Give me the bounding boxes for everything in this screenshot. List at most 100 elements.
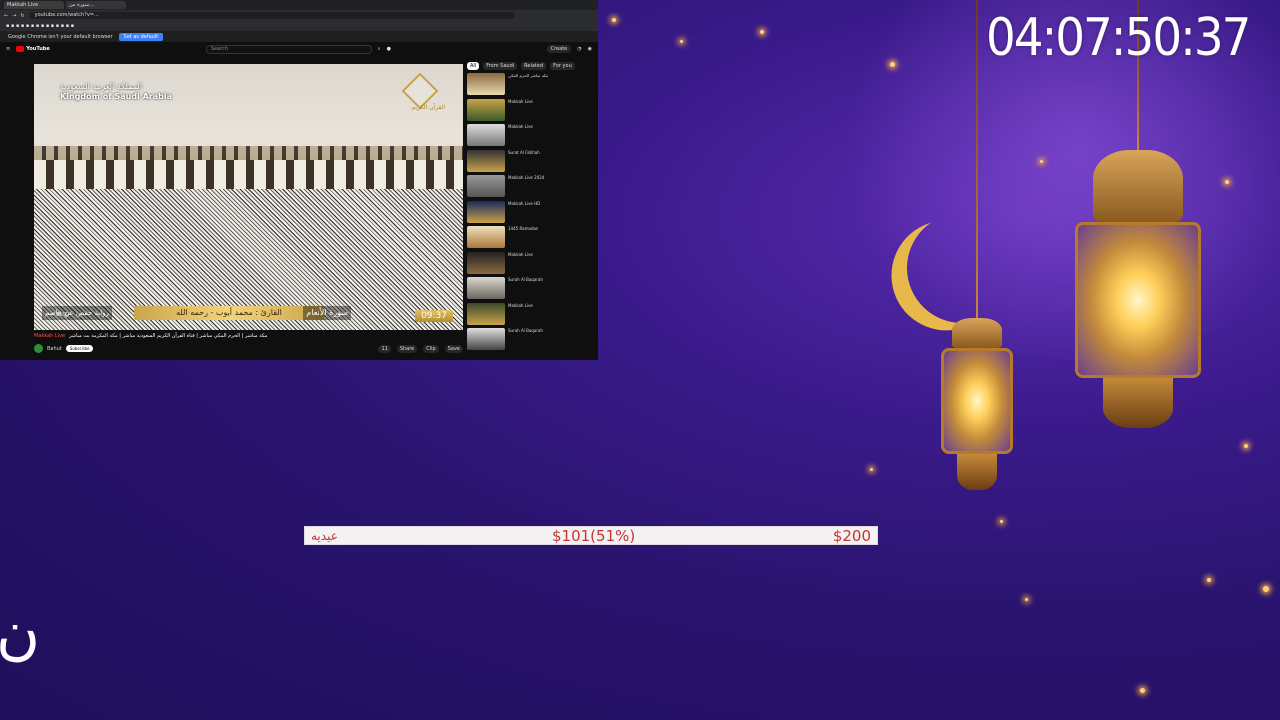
list-item[interactable]: Makkah Live <box>467 302 593 327</box>
recommendations-panel: All From Saudi Related For you مكة مباشر… <box>467 62 593 360</box>
goal-current: $101(51%) <box>552 526 636 545</box>
sparkle <box>1244 444 1248 448</box>
video-clock: 09:37 <box>415 310 453 322</box>
list-item-title: Makkah Live <box>508 302 533 308</box>
list-item-title: Surah Al Baqarah <box>508 277 543 282</box>
list-item[interactable]: Makkah Live 2024 <box>467 175 593 199</box>
list-item[interactable]: مكة مباشر الحرم المكي <box>467 73 593 97</box>
save-button[interactable]: Save <box>444 344 463 353</box>
create-button[interactable]: Create <box>546 45 572 53</box>
list-item[interactable]: 1445 Ramadan <box>467 226 593 250</box>
thumbnail <box>467 200 505 223</box>
video-arches <box>34 160 463 190</box>
sparkle <box>1140 688 1145 693</box>
list-item-title: Makkah Live 2024 <box>508 175 545 180</box>
thumbnail <box>467 226 505 248</box>
bookmarks-bar: ▪ ▪ ▪ ▪ ▪ ▪ ▪ ▪ ▪ ▪ ▪ ▪ ▪ ▪ <box>0 21 598 31</box>
riwaya-label: رواية حفص عن عاصم <box>42 306 112 320</box>
youtube-play-icon <box>16 46 25 52</box>
sparkle <box>1263 586 1269 592</box>
youtube-logo-text: YouTube <box>26 46 50 52</box>
mic-icon[interactable]: ● <box>387 46 391 52</box>
channel-name[interactable]: Bahut <box>47 346 62 352</box>
youtube-logo[interactable]: YouTube <box>16 46 50 52</box>
sparkle <box>870 468 873 471</box>
set-default-button[interactable]: Set as default <box>118 32 164 41</box>
search-input[interactable]: Search <box>205 44 372 54</box>
chip-from-saudi[interactable]: From Saudi <box>483 62 518 70</box>
clip-button[interactable]: Clip <box>423 344 439 353</box>
list-item-title: Surah Al Baqarah <box>508 328 543 333</box>
filter-chips: All From Saudi Related For you <box>467 62 593 70</box>
list-item-title: Makkah Live HD <box>508 200 541 206</box>
reciter-lower-third: القارئ : محمد أيوب - رحمه الله <box>134 306 324 320</box>
youtube-header: ≡ YouTube Search ⌕ ● Create ◔ ◉ <box>0 42 598 56</box>
channel-logo-text: القرآن الكريم <box>411 104 445 111</box>
list-item[interactable]: Surah Al Baqarah <box>467 277 593 301</box>
thumbnail <box>467 302 505 325</box>
thumbnail <box>467 98 505 121</box>
sparkle <box>1225 180 1229 184</box>
thumbnail <box>467 277 505 299</box>
lantern-small <box>936 318 1018 490</box>
thumbnail <box>467 149 505 172</box>
back-icon[interactable]: ← <box>4 13 8 19</box>
video-title-row: Makkah Live مكة مباشر | الحرم المكي مباش… <box>34 333 463 339</box>
menu-icon[interactable]: ≡ <box>6 46 10 52</box>
sparkle <box>1207 578 1211 582</box>
reload-icon[interactable]: ↻ <box>20 13 24 19</box>
video-player[interactable]: المملكة العربية السعودية Kingdom of Saud… <box>34 64 463 330</box>
sparkle <box>612 18 616 22</box>
video-actions: 11 Share Clip Save <box>378 344 463 353</box>
list-item[interactable]: Makkah Live HD <box>467 200 593 225</box>
tab-strip: Makkah Live سورة من... <box>0 0 598 10</box>
sparkle <box>680 40 683 43</box>
browser-window: Makkah Live سورة من... ← → ↻ youtube.com… <box>0 0 598 360</box>
video-title-arabic: المملكة العربية السعودية <box>60 82 143 91</box>
list-item[interactable]: Makkah Live <box>467 124 593 148</box>
list-item-title: Makkah Live <box>508 124 533 129</box>
goal-target: $200 <box>832 526 871 545</box>
tab-second[interactable]: سورة من... <box>66 1 126 9</box>
temperature-label: 31°C <box>56 312 69 318</box>
video-meta: Makkah Live مكة مباشر | الحرم المكي مباش… <box>34 333 463 353</box>
list-item[interactable]: Surah Al Baqarah <box>467 328 593 352</box>
video-title-english: Kingdom of Saudi Arabia <box>60 92 172 101</box>
default-browser-notice: Google Chrome isn't your default browser… <box>0 31 598 42</box>
search-icon[interactable]: ⌕ <box>378 46 381 52</box>
channel-row: Bahut Subscribe 11 Share Clip Save <box>34 344 463 353</box>
sparkle <box>760 30 764 34</box>
list-item-title: Surat Al Fatihah <box>508 149 540 155</box>
channel-avatar[interactable] <box>34 344 43 353</box>
forward-icon[interactable]: → <box>12 13 16 19</box>
goal-label: عيديه <box>311 528 338 543</box>
chip-all[interactable]: All <box>467 62 480 70</box>
lantern-large <box>1070 150 1206 428</box>
list-item[interactable]: Surat Al Fatihah <box>467 149 593 174</box>
subscribe-button[interactable]: Subscribe <box>65 345 94 352</box>
sparkle <box>1040 160 1043 163</box>
chip-for-you[interactable]: For you <box>550 62 575 70</box>
address-bar[interactable]: youtube.com/watch?v=... <box>28 12 515 19</box>
notice-text: Google Chrome isn't your default browser <box>8 33 113 40</box>
share-button[interactable]: Share <box>396 344 418 353</box>
thumbnail <box>467 73 505 95</box>
list-item-title: Makkah Live <box>508 251 533 257</box>
live-tag: Makkah Live <box>34 333 66 339</box>
address-bar-row: ← → ↻ youtube.com/watch?v=... <box>0 10 598 21</box>
surah-label: سورة الأنعام <box>303 306 351 320</box>
account-avatar[interactable]: ◉ <box>588 46 592 52</box>
thumbnail <box>467 175 505 197</box>
corner-arabic-letter: ن <box>0 598 41 668</box>
bookmark-item[interactable]: ▪ ▪ ▪ ▪ ▪ ▪ ▪ ▪ ▪ ▪ ▪ ▪ ▪ ▪ <box>6 23 74 29</box>
list-item[interactable]: Makkah Live <box>467 98 593 123</box>
notifications-icon[interactable]: ◔ <box>577 46 581 52</box>
thumbnail <box>467 251 505 274</box>
thumbnail <box>467 328 505 350</box>
sparkle <box>1025 598 1028 601</box>
thumbnail <box>467 124 505 146</box>
like-button[interactable]: 11 <box>378 344 391 353</box>
tab-youtube[interactable]: Makkah Live <box>4 1 64 9</box>
list-item[interactable]: Makkah Live <box>467 251 593 276</box>
chip-related[interactable]: Related <box>521 62 547 70</box>
